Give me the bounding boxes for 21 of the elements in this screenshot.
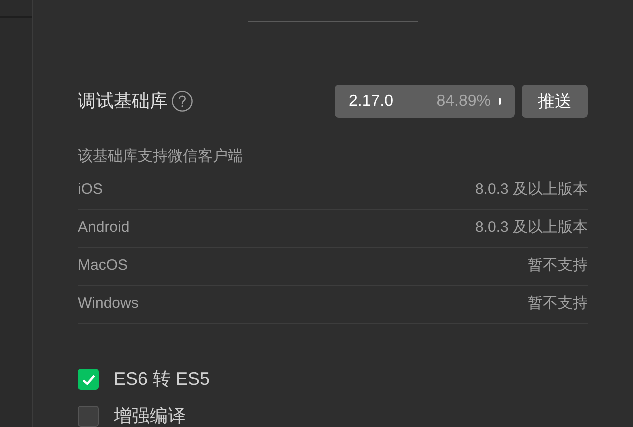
support-caption: 该基础库支持微信客户端: [78, 147, 244, 167]
version-requirement: 8.0.3 及以上版本: [475, 180, 588, 200]
help-icon[interactable]: [172, 91, 193, 112]
platform-name: MacOS: [78, 256, 128, 276]
option-label: ES6 转 ES5: [114, 368, 210, 391]
version-requirement: 暂不支持: [528, 256, 588, 276]
version-value: 2.17.0: [349, 92, 394, 112]
push-button[interactable]: 推送: [522, 85, 588, 118]
platform-name: Windows: [78, 294, 139, 314]
scroll-mark-icon: [499, 98, 501, 105]
usage-share: 84.89%: [436, 92, 491, 112]
version-select[interactable]: 2.17.0 84.89%: [335, 85, 515, 118]
platform-name: Android: [78, 218, 130, 238]
check-icon: [82, 374, 96, 386]
version-requirement: 8.0.3 及以上版本: [475, 218, 588, 238]
option-label: 增强编译: [114, 405, 186, 427]
checkbox[interactable]: [78, 406, 99, 427]
version-requirement: 暂不支持: [528, 294, 588, 314]
section-title: 调试基础库: [78, 90, 168, 113]
checkbox[interactable]: [78, 369, 99, 390]
platform-name: iOS: [78, 180, 104, 200]
